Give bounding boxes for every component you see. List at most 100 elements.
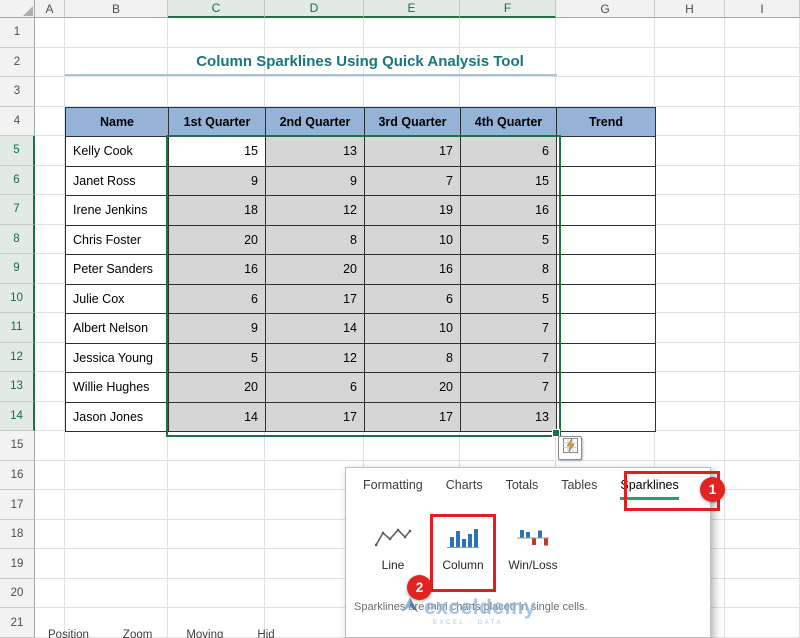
grid-cell[interactable] [655,372,725,402]
grid-cell[interactable] [168,460,265,491]
grid-cell[interactable] [725,224,800,255]
name-cell[interactable]: Julie Cox [65,283,169,315]
table-header-cell[interactable]: 4th Quarter [460,106,557,138]
grid-cell[interactable] [725,549,800,579]
value-cell[interactable]: 17 [364,136,461,167]
grid-cell[interactable] [655,77,725,107]
column-header-b[interactable]: B [65,0,168,18]
name-cell[interactable]: Albert Nelson [65,313,169,344]
value-cell[interactable]: 10 [364,313,461,344]
grid-cell[interactable] [725,372,800,402]
value-cell[interactable]: 5 [168,342,266,374]
grid-cell[interactable] [35,47,65,78]
grid-cell[interactable] [556,47,655,78]
name-cell[interactable]: Janet Ross [65,165,169,197]
grid-cell[interactable] [364,77,460,107]
grid-cell[interactable] [35,195,65,225]
grid-cell[interactable] [655,401,725,432]
tab-charts[interactable]: Charts [446,478,483,500]
row-header-20[interactable]: 20 [0,578,35,609]
sheet-tab-moving[interactable]: Moving [186,629,223,638]
grid-cell[interactable] [725,106,800,137]
grid-cell[interactable] [35,283,65,314]
row-header-4[interactable]: 4 [0,106,35,137]
value-cell[interactable]: 17 [364,401,461,433]
value-cell[interactable]: 9 [168,313,266,344]
row-header-19[interactable]: 19 [0,549,35,579]
grid-cell[interactable] [655,431,725,461]
table-header-cell[interactable]: 2nd Quarter [265,106,365,138]
grid-cell[interactable] [725,47,800,78]
value-cell[interactable]: 8 [364,342,461,374]
row-header-13[interactable]: 13 [0,372,35,402]
grid-cell[interactable] [65,460,168,491]
grid-cell[interactable] [725,283,800,314]
grid-cell[interactable] [655,47,725,78]
row-header-21[interactable]: 21 [0,608,35,638]
grid-cell[interactable] [35,460,65,491]
value-cell[interactable]: 6 [460,136,557,167]
grid-cell[interactable] [725,195,800,225]
column-header-f[interactable]: F [460,0,556,18]
grid-cell[interactable] [725,165,800,196]
grid-cell[interactable] [725,401,800,432]
value-cell[interactable]: 9 [168,165,266,197]
grid-cell[interactable] [35,136,65,166]
value-cell[interactable]: 17 [265,283,365,315]
grid-cell[interactable] [35,578,65,609]
row-header-1[interactable]: 1 [0,18,35,48]
value-cell[interactable]: 13 [265,136,365,167]
grid-cell[interactable] [364,18,460,48]
grid-cell[interactable] [168,431,265,461]
value-cell[interactable]: 5 [460,224,557,256]
grid-cell[interactable] [725,313,800,343]
grid-cell[interactable] [725,431,800,461]
value-cell[interactable]: 14 [265,313,365,344]
grid-cell[interactable] [168,578,265,609]
sheet-tab-hid[interactable]: Hid [257,629,274,638]
grid-cell[interactable] [725,342,800,373]
grid-cell[interactable] [725,608,800,638]
sheet-tab-zoom[interactable]: Zoom [123,629,152,638]
table-header-cell[interactable]: 3rd Quarter [364,106,461,138]
grid-cell[interactable] [168,18,265,48]
value-cell[interactable]: 20 [168,224,266,256]
grid-cell[interactable] [725,254,800,284]
row-header-18[interactable]: 18 [0,519,35,550]
sparkline-option-column[interactable]: Column [436,522,490,572]
grid-cell[interactable] [35,549,65,579]
row-header-15[interactable]: 15 [0,431,35,461]
trend-cell[interactable] [556,254,656,285]
row-header-16[interactable]: 16 [0,460,35,491]
grid-cell[interactable] [168,519,265,550]
grid-cell[interactable] [35,490,65,520]
value-cell[interactable]: 17 [265,401,365,433]
grid-cell[interactable] [35,165,65,196]
sparkline-option-line[interactable]: Line [366,522,420,572]
trend-cell[interactable] [556,313,656,344]
grid-cell[interactable] [725,519,800,550]
name-cell[interactable]: Willie Hughes [65,372,169,403]
grid-cell[interactable] [725,77,800,107]
name-cell[interactable]: Irene Jenkins [65,195,169,226]
grid-cell[interactable] [35,254,65,284]
tab-tables[interactable]: Tables [561,478,597,500]
name-cell[interactable]: Chris Foster [65,224,169,256]
quick-analysis-button[interactable] [558,436,582,460]
name-cell[interactable]: Jessica Young [65,342,169,374]
value-cell[interactable]: 15 [460,165,557,197]
value-cell[interactable]: 8 [460,254,557,285]
row-header-17[interactable]: 17 [0,490,35,520]
row-header-5[interactable]: 5 [0,136,35,166]
grid-cell[interactable] [655,313,725,343]
value-cell[interactable]: 12 [265,342,365,374]
row-header-11[interactable]: 11 [0,313,35,343]
row-header-14[interactable]: 14 [0,401,35,432]
value-cell[interactable]: 6 [265,372,365,403]
row-header-12[interactable]: 12 [0,342,35,373]
grid-cell[interactable] [65,18,168,48]
grid-cell[interactable] [65,578,168,609]
value-cell[interactable]: 8 [265,224,365,256]
trend-cell[interactable] [556,195,656,226]
row-header-3[interactable]: 3 [0,77,35,107]
